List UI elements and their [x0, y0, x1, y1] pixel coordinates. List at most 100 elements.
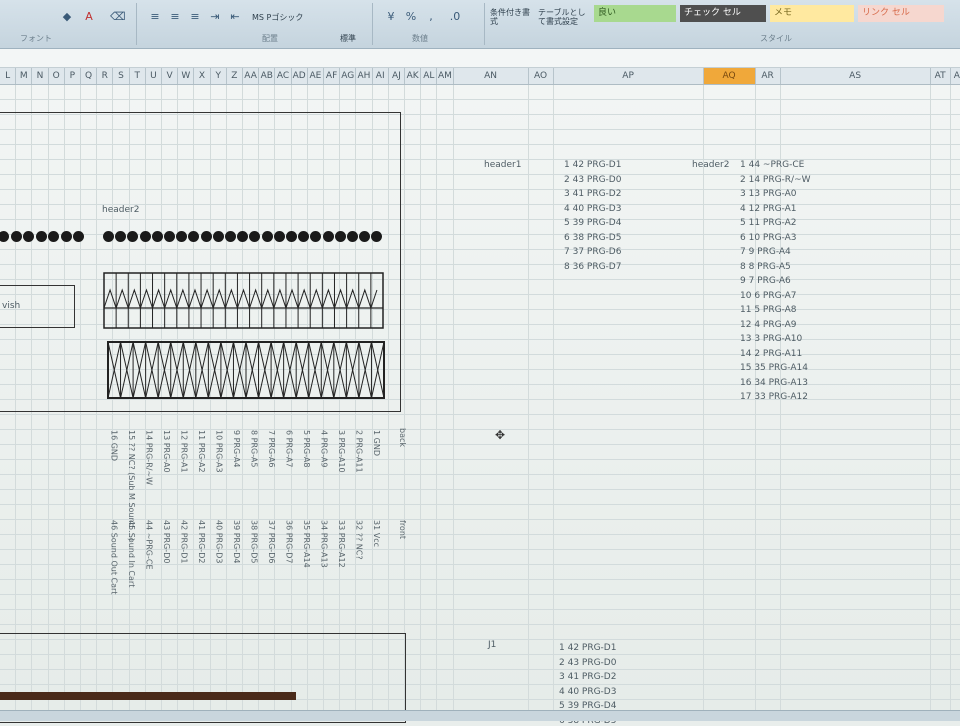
- column-header-at[interactable]: AT: [931, 68, 951, 84]
- pin-label: 33 PRG-A12: [337, 520, 346, 568]
- pin-dot: [212, 231, 224, 242]
- clear-icon[interactable]: ⌫: [110, 10, 126, 24]
- pin-label: 1 GND: [372, 430, 381, 456]
- pin-row: 2 43 PRG-D0: [559, 657, 617, 668]
- column-header-am[interactable]: AM: [437, 68, 454, 84]
- pin-row: 1 44 ~PRG-CE: [740, 160, 805, 170]
- pin-dot: [103, 231, 114, 242]
- column-header-ag[interactable]: AG: [340, 68, 357, 84]
- column-header-af[interactable]: AF: [324, 68, 341, 84]
- column-header-ae[interactable]: AE: [308, 68, 324, 84]
- pin-row: 8 8 PRG-A5: [740, 261, 791, 272]
- pin-row: 1 42 PRG-D1: [559, 643, 617, 653]
- column-header-o[interactable]: O: [49, 68, 65, 84]
- style-good[interactable]: 良い: [594, 5, 676, 22]
- column-header-ab[interactable]: AB: [259, 68, 276, 84]
- pin-label: 39 PRG-D4: [232, 520, 241, 564]
- font-name-box[interactable]: MS Pゴシック: [252, 12, 303, 23]
- currency-icon[interactable]: ¥: [384, 10, 398, 24]
- column-header-an[interactable]: AN: [454, 68, 529, 84]
- pin-row: 8 36 PRG-D7: [564, 261, 622, 272]
- column-header-w[interactable]: W: [178, 68, 195, 84]
- pin-label: 32 ?? NC?: [354, 520, 364, 560]
- formula-bar[interactable]: [0, 49, 960, 68]
- pin-row: 3 13 PRG-A0: [740, 189, 797, 199]
- pin-label: 43 PRG-D0: [162, 520, 171, 564]
- column-header-al[interactable]: AL: [421, 68, 438, 84]
- align-right-icon[interactable]: ≡: [188, 10, 202, 24]
- pin-row: 10 6 PRG-A7: [740, 290, 797, 301]
- pin-label: 42 PRG-D1: [179, 520, 189, 564]
- pin-label: 12 PRG-A1: [179, 430, 189, 473]
- column-header-ac[interactable]: AC: [275, 68, 292, 84]
- column-header-n[interactable]: N: [32, 68, 49, 84]
- fill-color-icon[interactable]: ◆: [60, 10, 74, 24]
- column-header-ah[interactable]: AH: [356, 68, 373, 84]
- column-header-u[interactable]: U: [146, 68, 162, 84]
- column-header-ar[interactable]: AR: [756, 68, 781, 84]
- pin-label: 3 PRG-A10: [337, 430, 346, 473]
- pin-row: 6 10 PRG-A3: [740, 232, 797, 243]
- column-header-s[interactable]: S: [113, 68, 130, 84]
- lower-list-title: J1: [488, 640, 497, 650]
- comma-icon[interactable]: ,: [424, 10, 438, 24]
- led-label: vish: [2, 301, 21, 311]
- grid-column-line: [420, 85, 422, 710]
- group-label-styles: スタイル: [760, 34, 792, 43]
- connector-crosshatch: [107, 341, 385, 399]
- pin-row: 7 9 PRG-A4: [740, 247, 791, 257]
- decimal-icon[interactable]: .0: [448, 10, 462, 24]
- pin-label: 13 PRG-A0: [162, 430, 171, 473]
- pin-dot: [322, 231, 334, 242]
- column-header-z[interactable]: Z: [227, 68, 243, 84]
- percent-icon[interactable]: %: [404, 10, 418, 24]
- align-center-icon[interactable]: ≡: [168, 10, 182, 24]
- column-header-p[interactable]: P: [65, 68, 81, 84]
- pin-label: 11 PRG-A2: [197, 430, 206, 473]
- column-header-aj[interactable]: AJ: [389, 68, 405, 84]
- column-header-x[interactable]: X: [194, 68, 211, 84]
- column-header-q[interactable]: Q: [81, 68, 98, 84]
- pin-label: 41 PRG-D2: [197, 520, 206, 564]
- column-header-aa[interactable]: AA: [243, 68, 260, 84]
- font-color-icon[interactable]: A: [82, 10, 96, 24]
- pin-dot: [261, 231, 273, 242]
- style-note[interactable]: メモ: [770, 5, 854, 22]
- column-header-v[interactable]: V: [162, 68, 179, 84]
- conditional-format-button[interactable]: 条件付き書式: [490, 8, 534, 26]
- column-header-m[interactable]: M: [16, 68, 33, 84]
- column-header-l[interactable]: L: [0, 68, 17, 84]
- pin-dot: [200, 231, 212, 242]
- group-separator: [136, 3, 137, 45]
- column-header-ao[interactable]: AO: [529, 68, 554, 84]
- header2-drawing-label: header2: [102, 205, 140, 215]
- indent-icon[interactable]: ⇥: [208, 10, 222, 24]
- align-left-icon[interactable]: ≡: [148, 10, 162, 24]
- group-label-font: フォント: [20, 34, 52, 43]
- pin-row: 5 11 PRG-A2: [740, 218, 797, 228]
- grid-column-line: [929, 85, 931, 710]
- mouse-cursor-icon: ✥: [495, 428, 506, 442]
- outdent-icon[interactable]: ⇤: [228, 10, 242, 24]
- column-header-ai[interactable]: AI: [373, 68, 389, 84]
- pin-row: 13 3 PRG-A10: [740, 334, 803, 344]
- column-header-r[interactable]: R: [97, 68, 114, 84]
- column-header-as[interactable]: AS: [781, 68, 931, 84]
- group-label-number: 数値: [412, 34, 428, 43]
- style-linked-cell[interactable]: リンク セル: [858, 5, 944, 22]
- grid-column-line: [702, 85, 704, 710]
- pin-dot: [334, 231, 346, 242]
- column-header-ak[interactable]: AK: [405, 68, 422, 84]
- column-header-ad[interactable]: AD: [292, 68, 308, 84]
- column-header-aq[interactable]: AQ: [703, 68, 756, 84]
- pin-label: 5 PRG-A8: [302, 430, 311, 468]
- column-header-au[interactable]: AU: [951, 68, 960, 84]
- format-as-table-button[interactable]: テーブルとして書式設定: [538, 8, 588, 26]
- style-check-cell[interactable]: チェック セル: [680, 5, 766, 22]
- pin-dot: [139, 231, 151, 242]
- grid-column-line: [552, 85, 554, 710]
- column-header-y[interactable]: Y: [211, 68, 227, 84]
- column-header-ap[interactable]: AP: [554, 68, 704, 84]
- column-header-t[interactable]: T: [130, 68, 146, 84]
- status-bar: [0, 710, 960, 721]
